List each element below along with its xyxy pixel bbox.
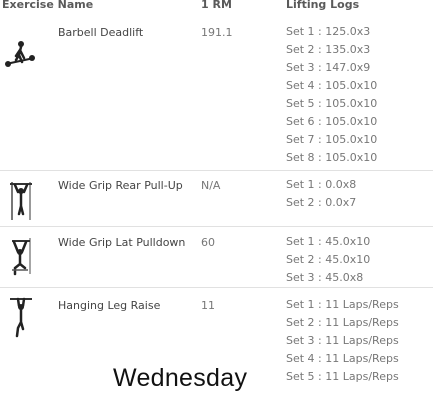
day-label: Wednesday (113, 364, 248, 392)
exercise-name: Hanging Leg Raise (58, 299, 161, 312)
lat-pulldown-figure-icon (4, 236, 38, 276)
set-entry: Set 2 : 11 Laps/Reps (286, 316, 399, 329)
pull-up-figure-icon (4, 180, 38, 222)
one-rm-value: 191.1 (201, 26, 233, 39)
one-rm-value: 11 (201, 299, 215, 312)
set-entry: Set 5 : 11 Laps/Reps (286, 370, 399, 383)
lifting-log-list: Set 1 : 45.0x10 Set 2 : 45.0x10 Set 3 : … (286, 233, 370, 287)
set-entry: Set 7 : 105.0x10 (286, 133, 378, 146)
table-row: Barbell Deadlift 191.1 Set 1 : 125.0x3 S… (0, 22, 433, 170)
set-entry: Set 4 : 105.0x10 (286, 79, 378, 92)
table-row: Wide Grip Lat Pulldown 60 Set 1 : 45.0x1… (0, 230, 433, 286)
set-entry: Set 6 : 105.0x10 (286, 115, 378, 128)
column-header-lifting-logs: Lifting Logs (286, 0, 360, 11)
set-entry: Set 1 : 0.0x8 (286, 178, 357, 191)
set-entry: Set 1 : 45.0x10 (286, 235, 371, 248)
set-entry: Set 2 : 45.0x10 (286, 253, 371, 266)
row-divider (0, 226, 433, 227)
lifting-log-list: Set 1 : 11 Laps/Reps Set 2 : 11 Laps/Rep… (286, 296, 399, 386)
set-entry: Set 2 : 135.0x3 (286, 43, 371, 56)
set-entry: Set 8 : 105.0x10 (286, 151, 378, 164)
row-divider (0, 287, 433, 288)
set-entry: Set 3 : 11 Laps/Reps (286, 334, 399, 347)
lifting-log-list: Set 1 : 0.0x8 Set 2 : 0.0x7 (286, 176, 356, 212)
exercise-name: Wide Grip Lat Pulldown (58, 236, 186, 249)
set-entry: Set 3 : 45.0x8 (286, 271, 364, 284)
one-rm-value: N/A (201, 179, 221, 192)
column-header-exercise-name: Exercise Name (2, 0, 94, 11)
set-entry: Set 1 : 125.0x3 (286, 25, 371, 38)
set-entry: Set 5 : 105.0x10 (286, 97, 378, 110)
leg-raise-figure-icon (4, 296, 38, 338)
exercise-name: Barbell Deadlift (58, 26, 144, 39)
set-entry: Set 4 : 11 Laps/Reps (286, 352, 399, 365)
set-entry: Set 3 : 147.0x9 (286, 61, 371, 74)
column-header-1rm: 1 RM (201, 0, 232, 11)
deadlift-figure-icon (4, 38, 38, 72)
set-entry: Set 1 : 11 Laps/Reps (286, 298, 399, 311)
table-row: Wide Grip Rear Pull-Up N/A Set 1 : 0.0x8… (0, 174, 433, 226)
table-header: Exercise Name 1 RM Lifting Logs (0, 0, 433, 16)
set-entry: Set 2 : 0.0x7 (286, 196, 357, 209)
row-divider (0, 170, 433, 171)
one-rm-value: 60 (201, 236, 215, 249)
lifting-log-list: Set 1 : 125.0x3 Set 2 : 135.0x3 Set 3 : … (286, 23, 377, 167)
exercise-name: Wide Grip Rear Pull-Up (58, 179, 183, 192)
